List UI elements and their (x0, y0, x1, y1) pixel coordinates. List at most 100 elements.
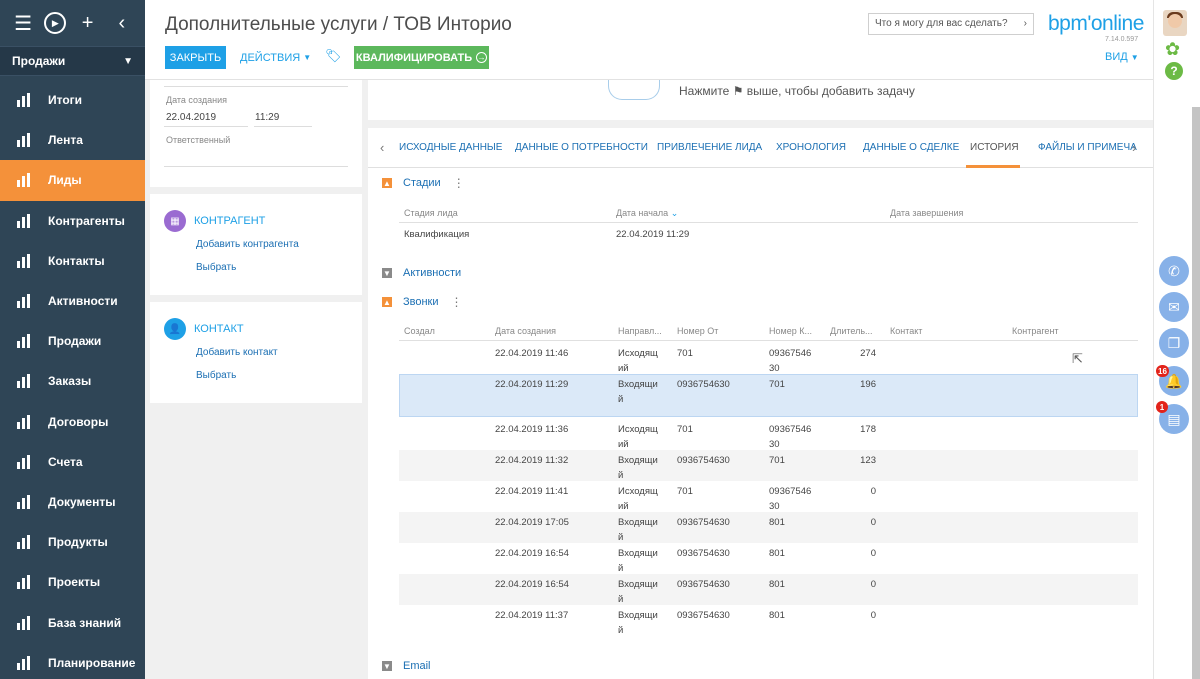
sidebar-item-label: Заказы (48, 374, 92, 389)
col-contact[interactable]: Контакт (890, 326, 922, 336)
mail-icon[interactable]: ✉ (1159, 292, 1189, 322)
call-to-cell: 09367546 (769, 348, 812, 359)
more-vert-icon[interactable]: ⋮ (453, 176, 465, 190)
activities-group[interactable]: ▼ Активности (382, 267, 461, 279)
phone-icon[interactable]: ✆ (1159, 256, 1189, 286)
workspace-selector[interactable]: Продажи ▼ (0, 46, 145, 76)
tab-timeline[interactable]: ХРОНОЛОГИЯ (776, 142, 846, 153)
call-from-cell: 701 (677, 486, 693, 497)
menu-icon[interactable]: ☰ (10, 10, 36, 36)
command-search[interactable]: Что я могу для вас сделать? › (868, 13, 1034, 35)
sidebar-item-flag[interactable]: Активности (0, 281, 145, 321)
sidebar-item-label: Договоры (48, 414, 109, 429)
sidebar-item-cart[interactable]: Заказы (0, 361, 145, 401)
expand-icon: ▼ (382, 268, 392, 278)
sidebar-item-label: Планирование (48, 655, 136, 670)
created-date-field[interactable]: 22.04.2019 (166, 112, 216, 123)
call-duration-cell: 0 (870, 517, 876, 528)
gear-icon[interactable]: ✿ (1165, 39, 1180, 60)
sidebar-item-label: База знаний (48, 615, 122, 630)
tab-deal[interactable]: ДАННЫЕ О СДЕЛКЕ (863, 142, 959, 153)
col-created-date[interactable]: Дата создания (495, 326, 556, 336)
stage-col-header[interactable]: Стадия лида (404, 208, 458, 218)
qualify-label: КВАЛИФИЦИРОВАТЬ (355, 51, 473, 64)
call-date-cell: 22.04.2019 11:32 (495, 455, 569, 466)
col-created-by[interactable]: Создал (404, 326, 435, 336)
call-from-cell: 0936754630 (677, 610, 730, 621)
avatar[interactable] (1163, 10, 1187, 36)
col-account[interactable]: Контрагент (1012, 326, 1059, 336)
owner-label: Ответственный (166, 135, 231, 145)
select-contact-link[interactable]: Выбрать (196, 370, 236, 381)
add-account-link[interactable]: Добавить контрагента (196, 239, 299, 250)
tab-initial-data[interactable]: ИСХОДНЫЕ ДАННЫЕ (399, 142, 502, 153)
sidebar-item-planning-chart[interactable]: Планирование (0, 643, 145, 679)
sidebar-item-building[interactable]: Контрагенты (0, 201, 145, 241)
sidebar-item-lead[interactable]: Лиды (0, 160, 145, 201)
close-button[interactable]: ЗАКРЫТЬ (165, 46, 226, 69)
call-direction-cell-wrap: й (618, 625, 624, 636)
page-header: Дополнительные услуги / ТОВ Инторио ЗАКР… (145, 0, 1153, 80)
qualify-button[interactable]: КВАЛИФИЦИРОВАТЬ → (354, 46, 489, 69)
col-from-number[interactable]: Номер От (677, 326, 718, 336)
sidebar-item-bar-chart[interactable]: Итоги (0, 80, 145, 120)
active-tab-indicator (966, 165, 1020, 168)
created-time-field[interactable]: 11:29 (255, 112, 279, 123)
tab-lead-source[interactable]: ПРИВЛЕЧЕНИЕ ЛИДА (657, 142, 762, 153)
end-col-header[interactable]: Дата завершения (890, 208, 963, 218)
sidebar-item-contract[interactable]: Договоры (0, 402, 145, 442)
tag-icon[interactable]: 🏷 (325, 48, 342, 64)
sidebar-item-document[interactable]: Документы (0, 482, 145, 522)
call-duration-cell: 196 (860, 379, 876, 390)
select-account-link[interactable]: Выбрать (196, 262, 236, 273)
sidebar-item-gantt[interactable]: Проекты (0, 562, 145, 602)
planning-chart-icon (14, 654, 36, 672)
call-duration-cell: 0 (870, 610, 876, 621)
sidebar-item-products[interactable]: Продукты (0, 522, 145, 562)
tab-needs[interactable]: ДАННЫЕ О ПОТРЕБНОСТИ (515, 142, 648, 153)
more-vert-icon[interactable]: ⋮ (451, 295, 463, 309)
col-to-number[interactable]: Номер К... (769, 326, 812, 336)
sidebar-item-book[interactable]: База знаний (0, 602, 145, 642)
tab-history[interactable]: ИСТОРИЯ (970, 142, 1019, 153)
stages-group[interactable]: ▲ Стадии ⋮ (382, 176, 465, 190)
help-icon[interactable]: ? (1165, 62, 1183, 80)
col-duration[interactable]: Длитель... (830, 326, 873, 336)
add-contact-link[interactable]: Добавить контакт (196, 347, 278, 358)
tab-files[interactable]: ФАЙЛЫ И ПРИМЕЧА (1038, 142, 1137, 153)
account-icon: ▦ (164, 210, 186, 232)
person-icon (14, 252, 36, 270)
view-button[interactable]: ВИД ▼ (1105, 51, 1139, 63)
call-date-cell: 22.04.2019 11:29 (495, 379, 569, 390)
call-duration-cell: 0 (870, 486, 876, 497)
plus-icon[interactable]: + (75, 10, 101, 36)
sidebar-item-coins[interactable]: Счета (0, 442, 145, 482)
activities-title: Активности (403, 267, 462, 279)
call-direction-cell: Исходящ (618, 486, 658, 497)
actions-button[interactable]: ДЕЙСТВИЯ ▼ (240, 46, 311, 69)
tabs-next-icon[interactable]: › (1132, 140, 1136, 155)
chat-icon[interactable]: ❐ (1159, 328, 1189, 358)
call-direction-cell: Входящи (618, 548, 658, 559)
sidebar-item-label: Итоги (48, 93, 83, 108)
scrollbar[interactable] (1192, 107, 1200, 679)
sidebar-item-chat-bubbles[interactable]: Лента (0, 120, 145, 160)
call-direction-cell-wrap: й (618, 394, 624, 405)
sidebar-item-person[interactable]: Контакты (0, 241, 145, 281)
owner-field[interactable] (164, 166, 348, 167)
start-col-header[interactable]: Дата начала ⌄ (616, 208, 678, 219)
email-group[interactable]: ▼ Email (382, 660, 431, 672)
contact-title: КОНТАКТ (194, 323, 244, 335)
divider (164, 86, 348, 87)
email-title: Email (403, 660, 431, 672)
tabs-prev-icon[interactable]: ‹ (380, 140, 384, 155)
col-direction[interactable]: Направл... (618, 326, 662, 336)
call-direction-cell: Входящи (618, 610, 658, 621)
process-run-icon[interactable]: ▶ (44, 12, 67, 34)
sidebar-item-funnel[interactable]: Продажи (0, 321, 145, 361)
calls-group[interactable]: ▲ Звонки ⋮ (382, 295, 463, 309)
version-label: 7.14.0.597 (1105, 36, 1139, 43)
collapse-chevron-icon[interactable]: ‹ (109, 10, 135, 36)
task-hint-area: Нажмите ⚑ выше, чтобы добавить задачу (368, 80, 1153, 120)
divider (399, 222, 1138, 223)
